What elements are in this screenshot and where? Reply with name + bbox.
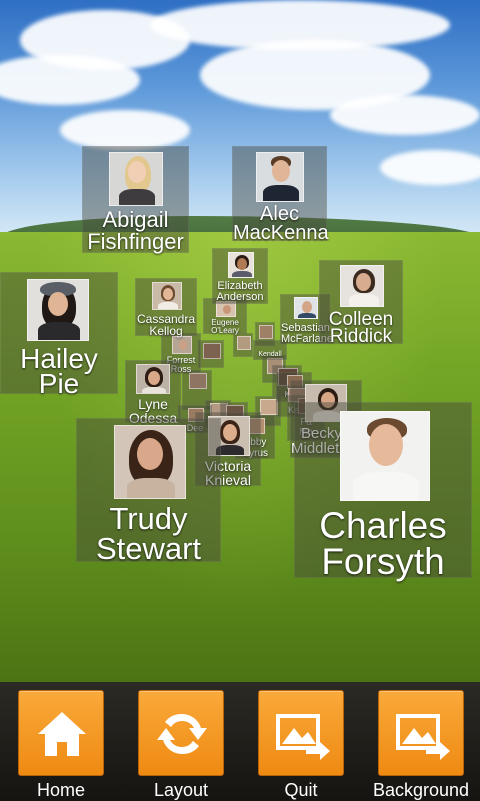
- bottom-toolbar: Home Layout Quit Background: [0, 682, 480, 801]
- person-card-colleen[interactable]: Colleen Riddick: [319, 260, 403, 347]
- person-name: Forsyth: [321, 541, 445, 582]
- image-export-icon[interactable]: [258, 690, 344, 776]
- home-icon[interactable]: [18, 690, 104, 776]
- person-name: O'Leary: [211, 326, 239, 335]
- person-name: Riddick: [329, 326, 393, 347]
- person-card-mini[interactable]: [233, 333, 253, 357]
- person-card-charles[interactable]: Charles Forsyth: [294, 402, 472, 582]
- layout-button[interactable]: Layout: [136, 690, 226, 800]
- quit-button[interactable]: Quit: [256, 690, 346, 800]
- person-card-elizabeth[interactable]: Elizabeth Anderson: [212, 248, 268, 304]
- person-name: MacKenna: [233, 222, 329, 244]
- person-card-alec[interactable]: Alec MacKenna: [232, 146, 329, 244]
- person-name: Alec: [260, 203, 299, 225]
- home-label: Home: [36, 780, 85, 800]
- person-card-mini[interactable]: [198, 340, 224, 368]
- person-name: Trudy: [109, 501, 188, 536]
- image-export-icon[interactable]: [378, 690, 464, 776]
- person-card-abigail[interactable]: Abigail Fishfinger: [82, 146, 189, 253]
- people-cloud-canvas[interactable]: Kerry Ken Fa Ma Dee Abby Cyrus Kendall E…: [0, 0, 480, 682]
- background-button[interactable]: Background: [373, 690, 469, 800]
- person-name: Pie: [38, 368, 80, 399]
- person-card-trudy[interactable]: Trudy Stewart: [76, 418, 221, 566]
- cloud: [380, 150, 480, 185]
- home-button[interactable]: Home: [16, 690, 106, 800]
- person-name: Lyne: [138, 396, 168, 412]
- person-name: Kellog: [149, 324, 183, 338]
- layout-label: Layout: [153, 780, 209, 800]
- person-name: Fishfinger: [87, 229, 184, 254]
- person-card-lyne[interactable]: Lyne Odessa: [125, 360, 181, 425]
- cloud: [330, 95, 480, 135]
- quit-label: Quit: [284, 780, 318, 800]
- person-name: Stewart: [95, 531, 202, 566]
- person-name: Anderson: [216, 291, 264, 303]
- refresh-icon[interactable]: [138, 690, 224, 776]
- person-card-hailey[interactable]: Hailey Pie: [0, 272, 118, 398]
- person-name: Charles: [319, 505, 447, 546]
- person-name: Abigail: [102, 207, 169, 232]
- person-card-cassandra[interactable]: Cassandra Kellog: [135, 278, 197, 338]
- background-label: Background: [372, 780, 470, 800]
- person-name: Kendall: [258, 351, 282, 358]
- cloud: [60, 110, 190, 150]
